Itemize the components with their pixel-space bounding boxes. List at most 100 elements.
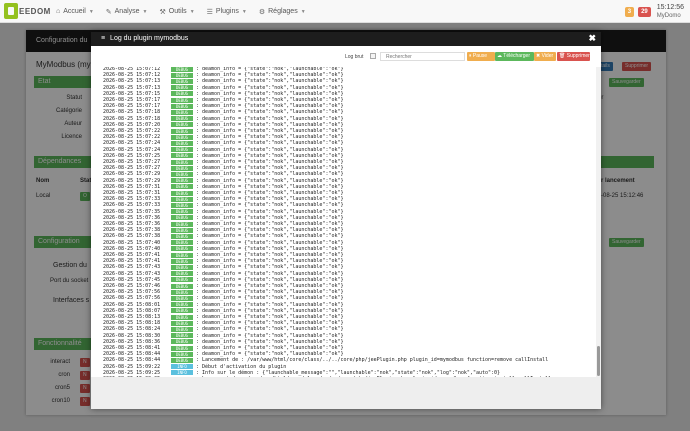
log-message: : deamon_info = {"state":"nok","launchab… [196, 140, 344, 147]
log-timestamp: 2026-08-25 15:07:18 [103, 109, 161, 116]
log-timestamp: 2026-08-25 15:07:38 [103, 227, 161, 234]
clock: 15:12:56 MyDomo [657, 4, 684, 20]
main-menu: ⌂ Accueil ▼ ✎ Analyse ▼ ⚒ Outils ▼ ☰ Plugins ▼ ⚙ Régl… [50, 0, 312, 23]
clock-time: 15:12:56 [656, 3, 684, 11]
log-timestamp: 2026-08-25 15:07:56 [103, 289, 161, 296]
log-message: : Lancement de : /var/www/html/core/clas… [196, 357, 549, 364]
log-timestamp: 2026-08-25 15:07:31 [103, 183, 161, 190]
log-level-badge: DEBUG [171, 252, 193, 258]
download-button[interactable]: ☁ Télécharger [495, 52, 534, 61]
log-line: 2026-08-25 15:07:27 DEBUG: deamon_info = … [103, 165, 344, 171]
delete-log-button[interactable]: 🗑 Supprimer [557, 52, 590, 61]
log-level-badge: INFO [171, 370, 193, 376]
log-line: 2026-08-25 15:07:33 DEBUG: deamon_info = … [103, 202, 344, 208]
menu-outils[interactable]: ⚒ Outils ▼ [154, 0, 201, 23]
menu-accueil[interactable]: ⌂ Accueil ▼ [50, 0, 100, 23]
log-line: 2026-08-25 15:07:38 DEBUG: deamon_info = … [103, 227, 344, 233]
log-line: 2026-08-25 15:07:18 DEBUG: deamon_info = … [103, 116, 344, 122]
log-search-input[interactable] [380, 52, 465, 61]
log-message: : deamon_info = {"state":"nok","launchab… [196, 128, 344, 134]
log-level-badge: DEBUG [171, 283, 193, 289]
log-timestamp: 2026-08-25 15:07:36 [103, 214, 161, 221]
log-modal: ≡ Log du plugin mymodbus ✖ Log brut ⏸ Pa… [91, 32, 601, 409]
log-message: : deamon_info = {"state":"nok","launchab… [196, 270, 344, 277]
log-message: : deamon_info = {"state":"nok","launchab… [196, 115, 344, 122]
log-line: 2026-08-25 15:07:17 DEBUG: deamon_info = … [103, 103, 344, 109]
log-timestamp: 2026-08-25 15:07:41 [103, 258, 161, 265]
log-scrollbar-thumb[interactable] [597, 346, 600, 376]
log-level-badge: DEBUG [171, 165, 193, 171]
log-level-badge: DEBUG [171, 308, 193, 314]
log-message: : deamon_info = {"state":"nok","launchab… [196, 245, 344, 252]
menu-label: Réglages [268, 8, 298, 15]
log-modal-title: Log du plugin mymodbus [110, 35, 189, 42]
log-timestamp: 2026-08-25 15:07:12 [103, 72, 161, 79]
menu-rglages[interactable]: ⚙ Réglages ▼ [253, 0, 312, 23]
pause-button[interactable]: ⏸ Pause [467, 52, 495, 61]
log-line: 2026-08-25 15:08:44 DEBUG: Lancement de :… [103, 357, 548, 363]
log-line: 2026-08-25 15:09:22 INFO: Début d'activat… [103, 364, 286, 370]
log-timestamp: 2026-08-25 15:08:36 [103, 338, 161, 345]
message-count-badge[interactable]: 3 [624, 6, 635, 17]
log-level-badge: DEBUG [171, 109, 193, 115]
log-message: : deamon_info = {"state":"nok","launchab… [196, 351, 344, 358]
hostname[interactable]: MyDomo [657, 12, 684, 20]
log-message: : deamon_info = {"state":"nok","launchab… [196, 258, 344, 265]
clear-button[interactable]: ✖ Vider [534, 52, 556, 61]
close-icon[interactable]: ✖ [588, 33, 596, 44]
jeedom-logo[interactable]: EEDOM [4, 3, 50, 20]
menu-plugins[interactable]: ☰ Plugins ▼ [201, 0, 253, 23]
log-message: : deamon_info = {"state":"nok","launchab… [196, 72, 344, 79]
log-timestamp: 2026-08-25 15:07:29 [103, 177, 161, 184]
log-line: 2026-08-25 15:08:30 DEBUG: deamon_info = … [103, 333, 344, 339]
log-message: : deamon_info = {"state":"nok","launchab… [196, 90, 344, 97]
log-timestamp: 2026-08-25 15:09:22 [103, 363, 161, 370]
log-level-badge: DEBUG [171, 221, 193, 227]
log-message: : deamon_info = {"state":"nok","launchab… [196, 283, 344, 289]
log-level-badge: DEBUG [171, 227, 193, 233]
log-line: 2026-08-25 15:07:31 DEBUG: deamon_info = … [103, 190, 344, 196]
menu-label: Outils [168, 8, 187, 15]
log-content[interactable]: 2026-08-25 15:07:12 DEBUG: deamon_info = … [91, 67, 596, 377]
menu-analyse[interactable]: ✎ Analyse ▼ [100, 0, 154, 23]
log-message: : deamon_info = {"state":"nok","launchab… [196, 84, 344, 91]
log-line: 2026-08-25 15:07:31 DEBUG: deamon_info = … [103, 184, 344, 190]
log-line: 2026-08-25 15:07:22 DEBUG: deamon_info = … [103, 128, 344, 134]
log-level-badge: DEBUG [171, 103, 193, 109]
log-line: 2026-08-25 15:09:25 INFO: Info sur le dém… [103, 370, 500, 376]
log-brut-checkbox[interactable] [370, 53, 376, 59]
log-level-badge: DEBUG [171, 277, 193, 283]
log-timestamp: 2026-08-25 15:07:15 [103, 90, 161, 97]
log-message: : deamon_info = {"state":"nok","launchab… [196, 307, 344, 314]
log-line: 2026-08-25 15:07:25 DEBUG: deamon_info = … [103, 153, 344, 159]
log-message: : deamon_info = {"state":"nok","launchab… [196, 264, 344, 271]
log-timestamp: 2026-08-25 15:07:56 [103, 295, 161, 302]
update-count-badge[interactable]: 29 [638, 6, 651, 17]
log-message: : deamon_info = {"state":"nok","launchab… [196, 190, 344, 196]
log-message: : deamon_info = {"state":"nok","launchab… [196, 97, 344, 103]
log-timestamp: 2026-08-25 15:07:27 [103, 165, 161, 172]
log-message: : deamon_info = {"state":"nok","launchab… [196, 165, 344, 172]
log-level-badge: DEBUG [171, 78, 193, 84]
log-level-badge: DEBUG [171, 240, 193, 246]
log-scrollbar[interactable] [596, 67, 601, 377]
log-brut-label: Log brut [345, 54, 364, 60]
caret-down-icon: ▼ [189, 8, 195, 15]
log-message: : deamon_info = {"state":"nok","launchab… [196, 221, 344, 227]
log-line: 2026-08-25 15:07:12 DEBUG: deamon_info = … [103, 72, 344, 78]
log-line: 2026-08-25 15:07:46 DEBUG: deamon_info = … [103, 283, 344, 289]
log-timestamp: 2026-08-25 15:07:13 [103, 78, 161, 85]
log-level-badge: DEBUG [171, 351, 193, 357]
log-timestamp: 2026-08-25 15:07:22 [103, 128, 161, 134]
log-timestamp: 2026-08-25 15:07:25 [103, 152, 161, 159]
log-timestamp: 2026-08-25 15:07:17 [103, 97, 161, 103]
log-level-badge: DEBUG [171, 302, 193, 308]
log-message: : deamon_info = {"state":"nok","launchab… [196, 227, 344, 234]
log-level-badge: DEBUG [171, 320, 193, 326]
log-timestamp: 2026-08-25 15:07:27 [103, 159, 161, 165]
log-message: : deamon_info = {"state":"nok","launchab… [196, 314, 344, 320]
log-timestamp: 2026-08-25 15:07:18 [103, 115, 161, 122]
caret-down-icon: ▼ [142, 8, 148, 15]
log-level-badge: DEBUG [171, 159, 193, 165]
log-level-badge: DEBUG [171, 246, 193, 252]
